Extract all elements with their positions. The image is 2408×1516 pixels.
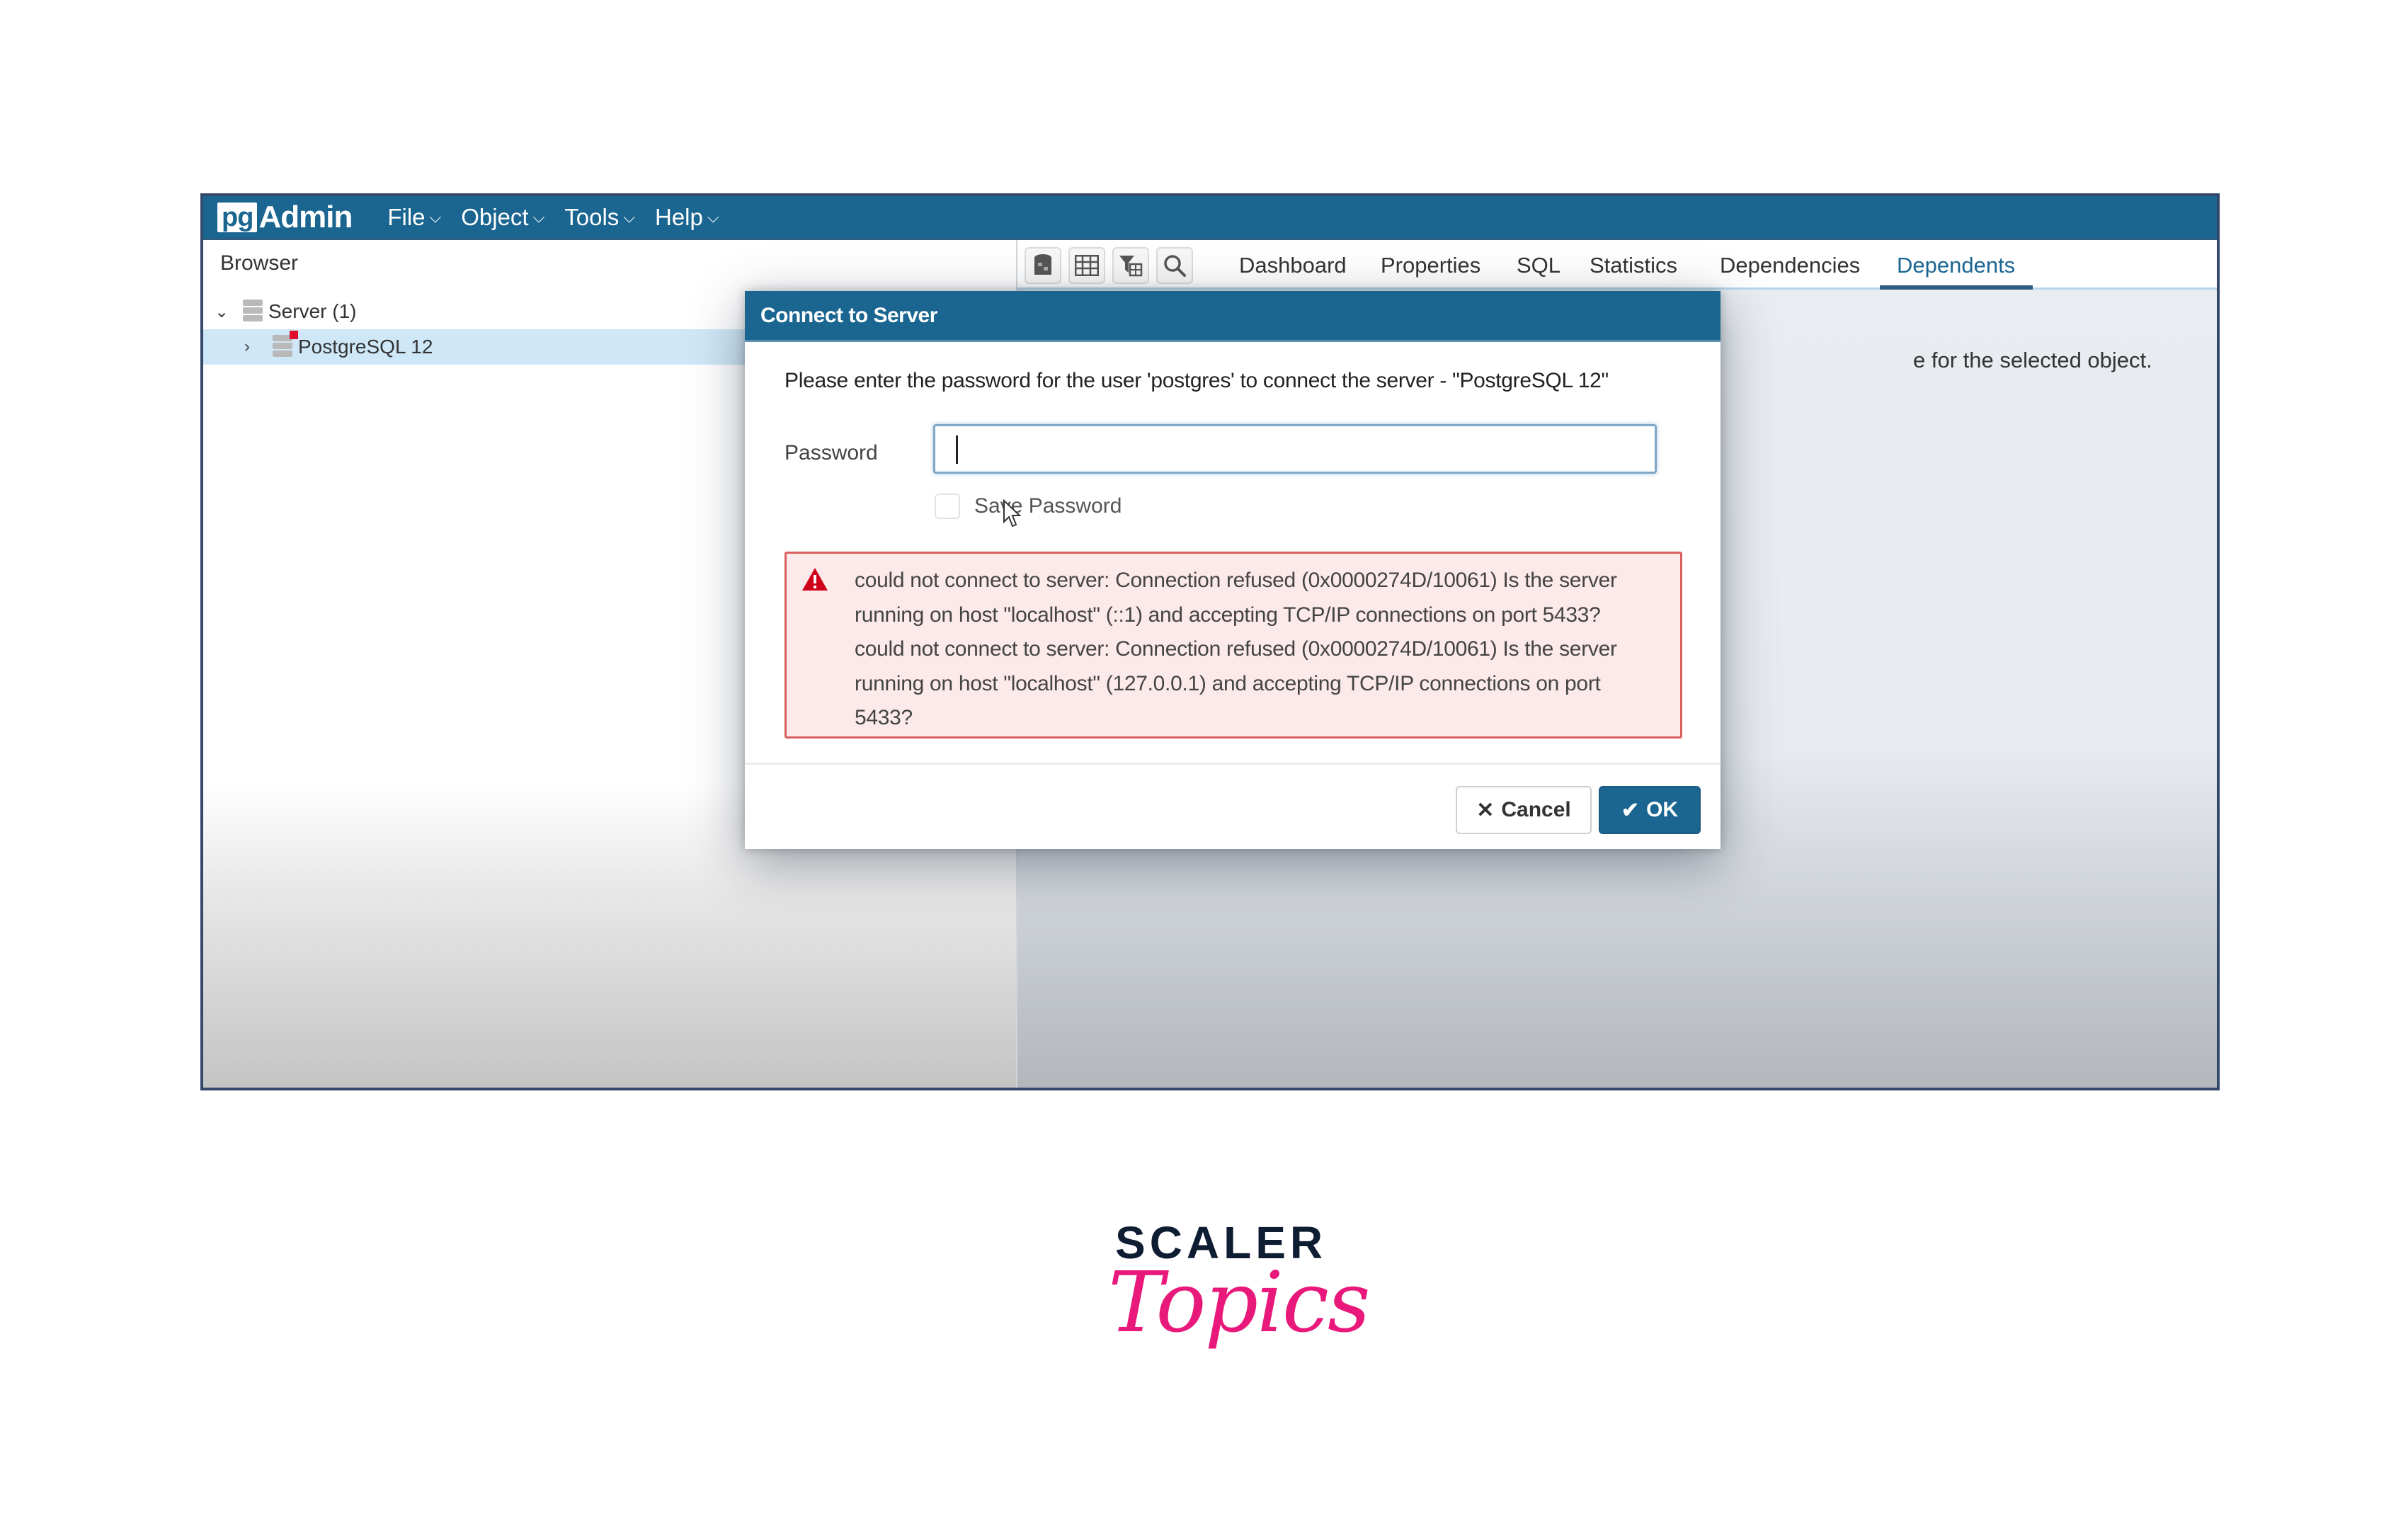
active-tab-indicator bbox=[1880, 285, 2033, 290]
password-label: Password bbox=[784, 441, 878, 465]
chevron-down-icon: ⌵ bbox=[623, 207, 635, 226]
dialog-header[interactable]: Connect to Server bbox=[745, 291, 1721, 342]
logo-admin: Admin bbox=[258, 199, 353, 234]
view-data-icon bbox=[1075, 255, 1099, 276]
dialog-title: Connect to Server bbox=[760, 303, 937, 327]
chevron-down-icon: ⌵ bbox=[707, 207, 719, 226]
browser-title: Browser bbox=[220, 251, 299, 275]
mouse-pointer-icon bbox=[1003, 499, 1022, 528]
menu-help[interactable]: Help ⌵ bbox=[655, 204, 719, 231]
search-objects-button[interactable] bbox=[1156, 247, 1193, 284]
object-toolbar: Dashboard Properties SQL Statistics Depe… bbox=[1017, 240, 2217, 290]
text-caret bbox=[956, 435, 958, 464]
tab-dependents[interactable]: Dependents bbox=[1897, 253, 2015, 278]
chevron-down-icon: ⌵ bbox=[532, 207, 545, 226]
chevron-down-icon: ⌵ bbox=[429, 207, 442, 226]
chevron-down-icon[interactable]: ⌄ bbox=[215, 302, 243, 322]
tab-properties[interactable]: Properties bbox=[1381, 253, 1480, 278]
view-data-button[interactable] bbox=[1068, 247, 1105, 284]
chevron-right-icon[interactable]: › bbox=[244, 337, 273, 357]
menu-file-label: File bbox=[387, 203, 426, 230]
server-disconnected-icon bbox=[273, 331, 298, 359]
menu-object-label: Object bbox=[461, 203, 529, 230]
ok-label: OK bbox=[1646, 798, 1679, 821]
warning-icon bbox=[802, 568, 828, 591]
ok-button[interactable]: ✔ OK bbox=[1599, 786, 1701, 834]
server-group-icon bbox=[243, 300, 263, 324]
save-password-checkbox[interactable] bbox=[935, 494, 960, 519]
scaler-topics-logo: SCALER Topics bbox=[1108, 1216, 1371, 1386]
error-alert: could not connect to server: Connection … bbox=[784, 552, 1682, 739]
tree-item-label: PostgreSQL 12 bbox=[298, 336, 433, 358]
connect-to-server-dialog: Connect to Server Please enter the passw… bbox=[745, 291, 1721, 849]
query-tool-icon bbox=[1034, 254, 1051, 275]
no-dependents-message: e for the selected object. bbox=[1913, 348, 2152, 372]
close-icon: ✕ bbox=[1476, 798, 1495, 822]
topics-wordmark: Topics bbox=[1108, 1253, 1371, 1351]
dialog-footer: ✕ Cancel ✔ OK bbox=[745, 763, 1721, 849]
pgadmin-logo: pg Admin bbox=[217, 199, 353, 235]
tab-dashboard[interactable]: Dashboard bbox=[1239, 253, 1347, 278]
query-tool-button[interactable] bbox=[1025, 247, 1061, 284]
check-icon: ✔ bbox=[1621, 798, 1640, 822]
save-password-label[interactable]: Save Password bbox=[974, 494, 1122, 518]
search-icon bbox=[1164, 255, 1186, 277]
menu-tools-label: Tools bbox=[564, 203, 620, 230]
error-message: could not connect to server: Connection … bbox=[855, 569, 1617, 729]
menu-tools[interactable]: Tools ⌵ bbox=[564, 204, 635, 231]
password-field[interactable] bbox=[933, 424, 1657, 474]
tab-dependencies[interactable]: Dependencies bbox=[1720, 253, 1860, 278]
cancel-button[interactable]: ✕ Cancel bbox=[1456, 786, 1592, 834]
tree-item-label: Server (1) bbox=[268, 300, 357, 322]
menu-help-label: Help bbox=[655, 203, 703, 230]
menu-object[interactable]: Object ⌵ bbox=[461, 204, 544, 231]
tab-statistics[interactable]: Statistics bbox=[1590, 253, 1677, 278]
save-password-row[interactable]: Save Password bbox=[935, 494, 1122, 519]
menu-file[interactable]: File ⌵ bbox=[387, 204, 441, 231]
tab-sql[interactable]: SQL bbox=[1517, 253, 1560, 278]
menu-bar: pg Admin File ⌵ Object ⌵ Tools ⌵ Help ⌵ bbox=[203, 196, 2217, 240]
dialog-message: Please enter the password for the user '… bbox=[784, 369, 1609, 392]
cancel-label: Cancel bbox=[1501, 798, 1571, 821]
dialog-body: Please enter the password for the user '… bbox=[745, 342, 1721, 748]
filtered-rows-button[interactable] bbox=[1112, 247, 1149, 284]
logo-pg: pg bbox=[217, 202, 258, 232]
filtered-rows-icon bbox=[1119, 256, 1143, 277]
